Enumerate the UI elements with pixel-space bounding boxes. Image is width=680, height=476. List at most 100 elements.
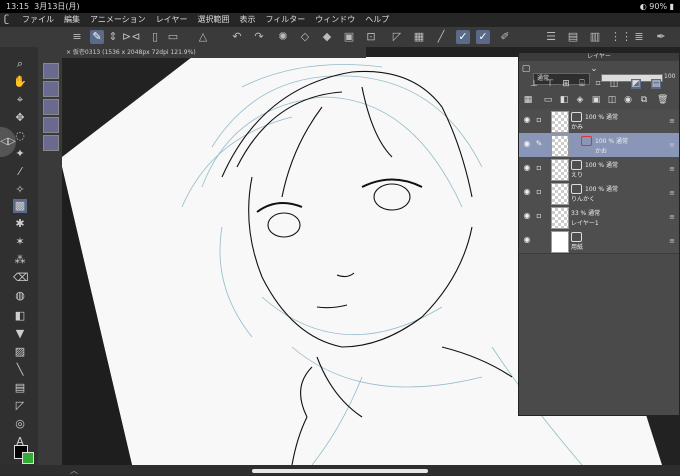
layer-row-selected[interactable]: ◉ ✎ 100 % 通常 かお ≡ [519, 133, 679, 158]
subtool-4[interactable] [43, 117, 59, 133]
copy-icon[interactable]: ⧉ [639, 95, 649, 105]
eraser-icon[interactable]: △ [196, 30, 210, 44]
edit-tool-icon[interactable]: ✎ [90, 30, 104, 44]
mask-icon[interactable]: ⌗ [593, 79, 603, 89]
menu-filter[interactable]: フィルター [265, 13, 305, 27]
layer-marker[interactable]: ▫ [534, 163, 544, 173]
sparkle-icon[interactable]: ✧ [13, 183, 27, 197]
splat-icon[interactable]: ✱ [13, 217, 27, 231]
select-icon[interactable]: ▣ [342, 30, 356, 44]
trash-icon[interactable]: 🗑 [657, 95, 668, 105]
eyedropper-icon[interactable]: ⌖ [13, 93, 27, 107]
layers-stack-icon[interactable]: ☰ [544, 30, 558, 44]
star-icon[interactable]: ✶ [13, 235, 27, 249]
crop-icon[interactable]: ⊡ [364, 30, 378, 44]
image-icon[interactable]: ▥ [588, 30, 602, 44]
home-indicator[interactable] [252, 469, 428, 473]
menu-view[interactable]: 表示 [239, 13, 255, 27]
menu-selection[interactable]: 選択範囲 [197, 13, 229, 27]
fill-icon[interactable]: ◇ [298, 30, 312, 44]
move-icon[interactable]: ⇕ [106, 30, 120, 44]
ruler-icon[interactable]: ◸ [390, 30, 404, 44]
subtool-3[interactable] [43, 99, 59, 115]
draft-icon[interactable]: ◫ [609, 79, 619, 89]
pen-check-icon[interactable]: ✓ [456, 30, 470, 44]
menu-file[interactable]: ファイル [22, 13, 54, 27]
redo-icon[interactable]: ↷ [252, 30, 266, 44]
picker-icon[interactable]: ⁄ [13, 165, 27, 179]
brush-icon[interactable]: ✐ [498, 30, 512, 44]
drag-handle-icon[interactable]: ≡ [669, 141, 675, 149]
layer-row[interactable]: ◉ ▫ 100 % 通常 りんかく ≡ [519, 181, 679, 206]
menu-animation[interactable]: アニメーション [90, 13, 146, 27]
layer-row[interactable]: ◉ ▫ 100 % 通常 かみ ≡ [519, 109, 679, 134]
line-icon[interactable]: ╱ [434, 30, 448, 44]
drag-handle-icon[interactable]: ≡ [669, 165, 675, 173]
menu-grid-icon[interactable]: ⋮⋮ [610, 30, 632, 44]
clip-icon[interactable]: ⌸ [577, 79, 587, 89]
balloon-icon[interactable]: ◎ [13, 417, 27, 431]
undo-icon[interactable]: ↶ [230, 30, 244, 44]
drag-handle-icon[interactable]: ≡ [669, 237, 675, 245]
sparkles-icon[interactable]: ⁂ [13, 253, 27, 267]
bucket-icon[interactable]: ◆ [320, 30, 334, 44]
ruler-tool-icon[interactable]: ◸ [13, 399, 27, 413]
doc-icon[interactable]: ▤ [566, 30, 580, 44]
eye-icon[interactable]: ◉ [522, 187, 532, 197]
menu-layer[interactable]: レイヤー [156, 13, 188, 27]
hand-icon[interactable]: ✋ [13, 75, 27, 89]
subtool-1[interactable] [43, 63, 59, 79]
layer-mode-icon[interactable]: ▢ [521, 64, 531, 74]
eraser-tool-icon[interactable]: ⌫ [13, 271, 29, 285]
pin-icon[interactable]: ⊥ [529, 79, 539, 89]
drag-handle-icon[interactable]: ≡ [669, 117, 675, 125]
color-icon[interactable]: ◩ [631, 79, 641, 89]
mask-add-icon[interactable]: ◉ [623, 95, 633, 105]
eye-icon[interactable]: ◉ [522, 211, 532, 221]
chevron-up-icon[interactable]: ︿ [70, 465, 78, 476]
lock-icon[interactable]: ⊤ [545, 79, 555, 89]
layer-marker[interactable]: ▫ [534, 211, 544, 221]
bucket-tool-icon[interactable]: ▼ [13, 327, 27, 341]
frame-icon[interactable]: ▤ [13, 381, 27, 395]
merge-icon[interactable]: ◫ [607, 95, 617, 105]
subtool-2[interactable] [43, 81, 59, 97]
menu-help[interactable]: ヘルプ [365, 13, 389, 27]
new-layer-icon[interactable]: ▭ [543, 95, 553, 105]
eye-icon[interactable]: ◉ [522, 163, 532, 173]
pen-icon[interactable]: ✒ [654, 30, 668, 44]
layer-row[interactable]: ◉ ▫ 100 % 通常 えり ≡ [519, 157, 679, 182]
layer-marker[interactable]: ▫ [534, 187, 544, 197]
fill-tool-icon[interactable]: ◧ [13, 309, 27, 323]
reference-icon[interactable]: ⊞ [561, 79, 571, 89]
eye-icon[interactable]: ◉ [522, 139, 532, 149]
pattern-tool-icon[interactable]: ▩ [13, 199, 27, 213]
sun-icon[interactable]: ✺ [276, 30, 290, 44]
menu-window[interactable]: ウィンドウ [315, 13, 355, 27]
document-tab[interactable]: × 仮壱0313 (1536 x 2048px 72dpi 121.9%) [62, 47, 366, 58]
zoom-icon[interactable]: ⌕ [13, 57, 27, 71]
new-folder-icon[interactable]: ▣ [591, 95, 601, 105]
new-raster-icon[interactable]: ◧ [559, 95, 569, 105]
layer-marker[interactable]: ▫ [534, 115, 544, 125]
new-file-icon[interactable]: ▯ [148, 30, 162, 44]
list-icon[interactable]: ≣ [632, 30, 646, 44]
sub-color-swatch[interactable] [22, 452, 34, 464]
subtool-5[interactable] [43, 135, 59, 151]
layer-row[interactable]: ◉ ▫ 33 % 通常 レイヤー1 ≡ [519, 205, 679, 230]
eye-icon[interactable]: ◉ [522, 235, 532, 245]
drag-handle-icon[interactable]: ≡ [669, 189, 675, 197]
magic-wand-icon[interactable]: ✦ [13, 147, 27, 161]
grid-icon[interactable]: ▦ [412, 30, 426, 44]
chevron-icon[interactable]: ⌄ [589, 64, 599, 74]
hamburger-icon[interactable]: ≡ [70, 30, 84, 44]
blend-tool-icon[interactable]: ◍ [13, 289, 27, 303]
paste-icon[interactable]: ▭ [166, 30, 180, 44]
palette-icon[interactable]: ▤ [651, 79, 661, 89]
menu-edit[interactable]: 編集 [64, 13, 80, 27]
drag-handle-icon[interactable]: ≡ [669, 213, 675, 221]
eye-icon[interactable]: ◉ [522, 115, 532, 125]
pencil-check-icon[interactable]: ✓ [476, 30, 490, 44]
pen-marker-icon[interactable]: ✎ [534, 139, 544, 149]
line-tool-icon[interactable]: ╲ [13, 363, 27, 377]
